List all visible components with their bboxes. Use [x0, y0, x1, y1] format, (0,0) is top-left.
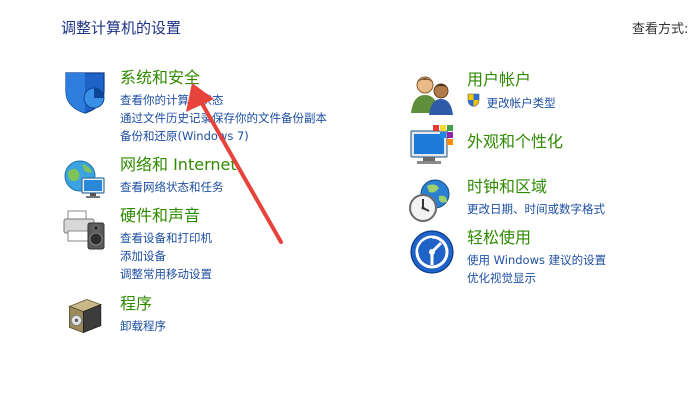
ease-of-access-icon [410, 230, 454, 274]
link-view-computer-status[interactable]: 查看你的计算机状态 [120, 91, 327, 109]
view-by-label: 查看方式: [632, 22, 689, 37]
link-view-devices-printers[interactable]: 查看设备和打印机 [120, 229, 212, 247]
link-optimize-visual-display[interactable]: 优化视觉显示 [467, 269, 606, 287]
link-change-date-time-format[interactable]: 更改日期、时间或数字格式 [467, 200, 605, 218]
link-backup-restore[interactable]: 备份和还原(Windows 7) [120, 127, 327, 145]
category-title-clock-region[interactable]: 时钟和区域 [467, 178, 547, 196]
link-uninstall-program[interactable]: 卸载程序 [120, 317, 166, 335]
link-mobility-settings[interactable]: 调整常用移动设置 [120, 265, 212, 283]
category-title-programs[interactable]: 程序 [120, 295, 152, 313]
programs-box-icon [68, 299, 102, 334]
link-view-network-status[interactable]: 查看网络状态和任务 [120, 178, 224, 196]
category-title-ease-of-access[interactable]: 轻松使用 [467, 229, 531, 247]
link-change-account-type-label: 更改帐户类型 [486, 96, 556, 110]
link-windows-suggested-settings[interactable]: 使用 Windows 建议的设置 [467, 251, 606, 269]
network-globe-icon [64, 160, 105, 198]
clock-globe-icon [409, 179, 450, 222]
user-accounts-icon [411, 76, 453, 115]
uac-shield-icon [467, 93, 480, 107]
category-title-appearance[interactable]: 外观和个性化 [467, 133, 563, 151]
category-title-user-accounts[interactable]: 用户帐户 [467, 71, 531, 89]
appearance-monitor-icon [410, 125, 453, 164]
link-add-device[interactable]: 添加设备 [120, 247, 212, 265]
page-title: 调整计算机的设置 [61, 19, 182, 37]
link-change-account-type[interactable]: 更改帐户类型 [467, 93, 556, 112]
link-file-history-backup[interactable]: 通过文件历史记录保存你的文件备份副本 [120, 109, 327, 127]
category-title-hardware-sound[interactable]: 硬件和声音 [120, 207, 200, 225]
hardware-printer-speaker-icon [63, 210, 105, 250]
category-title-network-internet[interactable]: 网络和 Internet [120, 156, 237, 174]
category-title-system-security[interactable]: 系统和安全 [120, 69, 200, 87]
system-security-shield-icon [65, 72, 105, 114]
